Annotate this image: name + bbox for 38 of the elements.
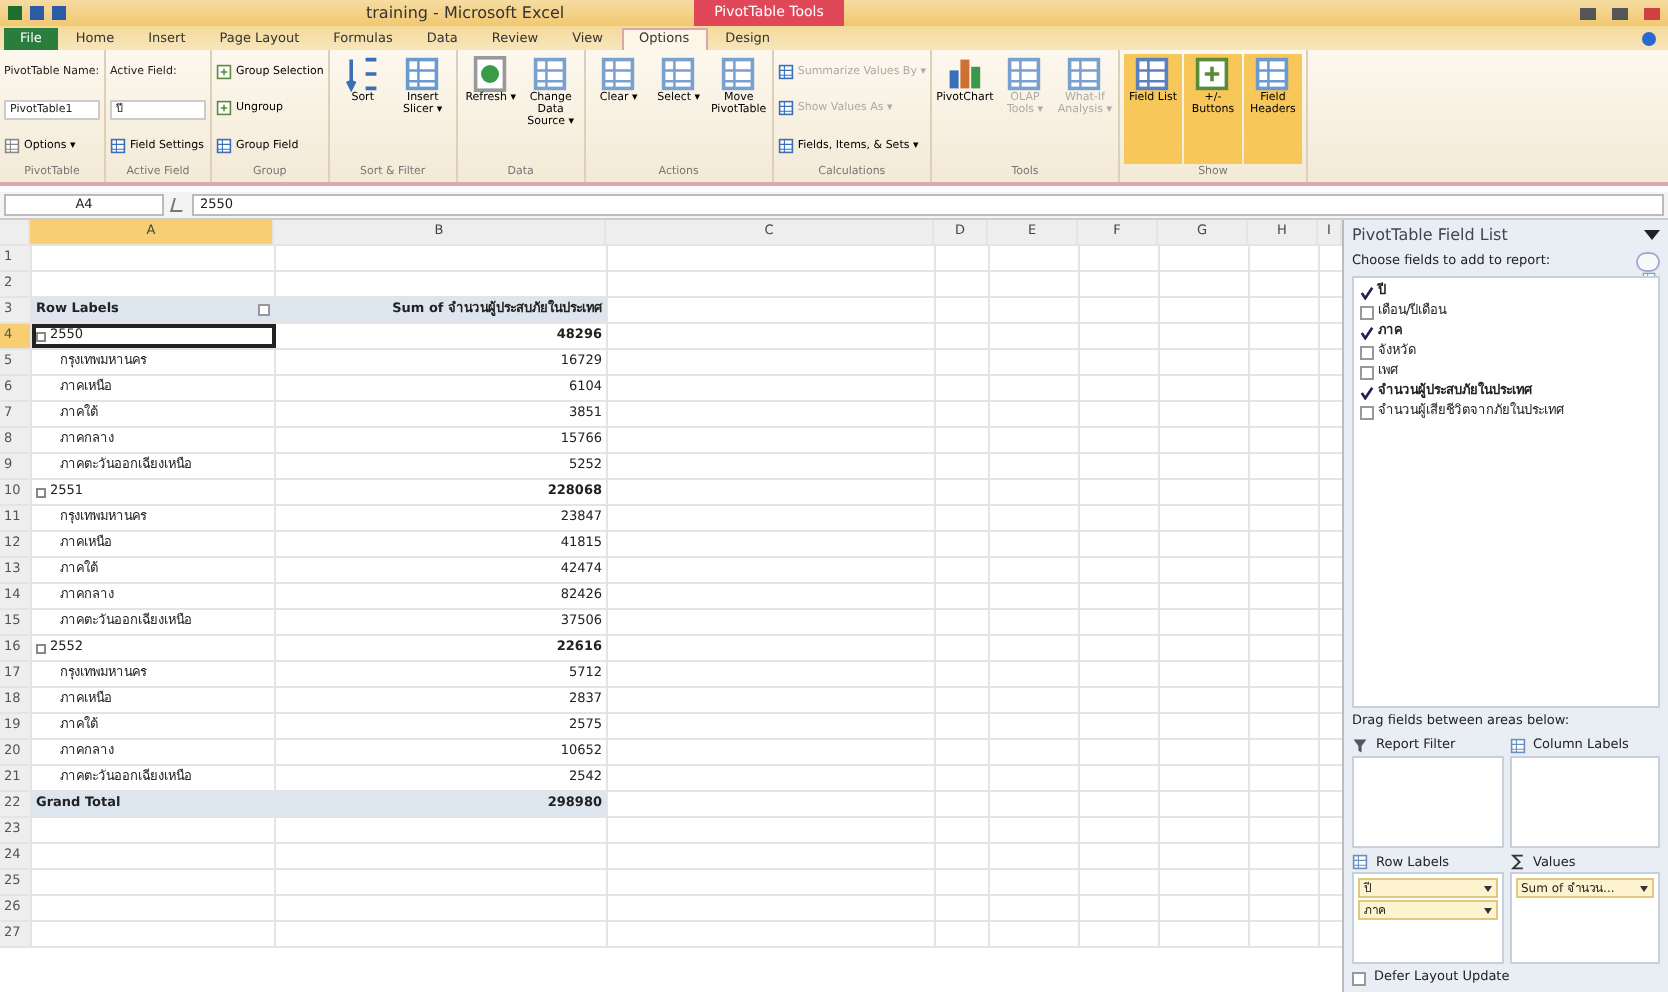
columns-icon (1509, 737, 1525, 754)
plus-icon (1194, 56, 1231, 92)
field-icon (777, 137, 794, 154)
refresh-icon (472, 56, 509, 92)
table-icon (404, 56, 441, 92)
filter-icon (1352, 737, 1368, 754)
window-title: training - Microsoft Excel (366, 1, 565, 25)
checkbox[interactable] (1360, 385, 1374, 399)
checkbox[interactable] (1360, 345, 1374, 359)
help-icon[interactable] (1642, 32, 1656, 46)
close-button[interactable] (1644, 7, 1660, 19)
field-icon (110, 138, 126, 155)
table-icon (1254, 56, 1291, 92)
sort-icon (344, 56, 381, 92)
collapse-icon[interactable] (36, 487, 46, 497)
pane-title: PivotTable Field List (1352, 224, 1508, 248)
chart-icon (946, 56, 983, 92)
checkbox[interactable] (1360, 325, 1374, 339)
checkbox[interactable] (1352, 971, 1366, 986)
checkbox[interactable] (1360, 405, 1374, 419)
checkbox[interactable] (1360, 285, 1374, 299)
collapse-icon[interactable] (36, 331, 46, 341)
minimize-button[interactable] (1580, 7, 1596, 19)
field-icon (777, 64, 794, 81)
function-icon[interactable] (170, 198, 186, 212)
field-icon (216, 137, 232, 154)
collapse-icon[interactable] (36, 643, 46, 653)
layout-button[interactable] (1636, 252, 1660, 272)
plus-icon (216, 100, 232, 117)
rows-icon (1352, 854, 1368, 871)
field-icon (777, 100, 794, 117)
dropdown-icon[interactable] (1644, 230, 1660, 240)
checkbox[interactable] (1360, 365, 1374, 379)
list-icon (1134, 56, 1171, 92)
plus-icon (216, 64, 232, 81)
sigma-icon (1509, 854, 1525, 871)
checkbox[interactable] (1360, 305, 1374, 319)
maximize-button[interactable] (1612, 7, 1628, 19)
